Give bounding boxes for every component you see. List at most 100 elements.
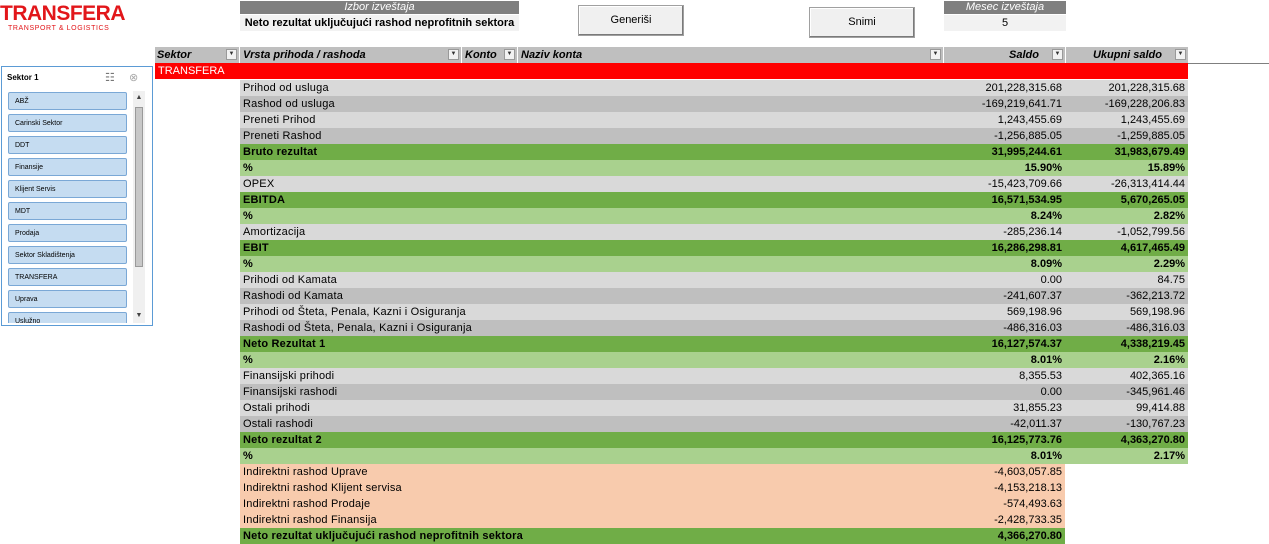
row-label: Ostali rashodi <box>243 418 314 430</box>
table-row: EBITDA 16,571,534.95 5,670,265.05 <box>240 192 1188 208</box>
filter-dropdown-icon[interactable]: ▼ <box>1175 49 1186 60</box>
row-label: Indirektni rashod Uprave <box>243 466 368 478</box>
saldo-cell-group: % 8.09% <box>240 256 1065 272</box>
row-label: Ostali prihodi <box>243 402 310 414</box>
ukupni-saldo-value: 99,414.88 <box>1136 402 1185 414</box>
column-header-naziv: Naziv konta ▼ <box>518 47 944 63</box>
ukupni-saldo-cell: 84.75 <box>1065 272 1188 288</box>
row-label: Finansijski prihodi <box>243 370 335 382</box>
scroll-down-icon[interactable]: ▼ <box>133 309 145 323</box>
saldo-value: 569,198.96 <box>1006 306 1062 318</box>
slicer-item[interactable]: Sektor Skladištenja <box>8 246 127 264</box>
saldo-value: 16,125,773.76 <box>991 434 1062 446</box>
table-row: Rashodi od Šteta, Penala, Kazni i Osigur… <box>240 320 1188 336</box>
saldo-cell-group: EBITDA 16,571,534.95 <box>240 192 1065 208</box>
saldo-cell-group: Amortizacija -285,236.14 <box>240 224 1065 240</box>
saldo-value: 31,995,244.61 <box>991 146 1062 158</box>
generate-button[interactable]: Generiši <box>578 5 684 36</box>
slicer-list: ABŽ Carinski Sektor DDT Finansije Klijent Se… <box>7 91 131 323</box>
saldo-value: -169,219,641.71 <box>981 98 1062 110</box>
saldo-value: -4,603,057.85 <box>994 466 1062 478</box>
table-row: Ostali rashodi -42,011.37 -130,767.23 <box>240 416 1188 432</box>
column-header-sektor: Sektor ▼ <box>155 47 240 63</box>
saldo-cell-group: EBIT 16,286,298.81 <box>240 240 1065 256</box>
saldo-cell-group: % 8.24% <box>240 208 1065 224</box>
filter-dropdown-icon[interactable]: ▼ <box>448 49 459 60</box>
saldo-cell-group: Prihod od usluga 201,228,315.68 <box>240 80 1065 96</box>
saldo-value: 8.09% <box>1030 258 1062 270</box>
table-row: Bruto rezultat 31,995,244.61 31,983,679.49 <box>240 144 1188 160</box>
column-header-label: Saldo <box>1009 49 1039 61</box>
slicer-item[interactable]: Carinski Sektor <box>8 114 127 132</box>
filter-dropdown-icon[interactable]: ▼ <box>930 49 941 60</box>
slicer-item[interactable]: DDT <box>8 136 127 154</box>
saldo-value: -285,236.14 <box>1003 226 1062 238</box>
slicer-item[interactable]: Klijent Servis <box>8 180 127 198</box>
saldo-value: 31,855.23 <box>1013 402 1062 414</box>
slicer-item[interactable]: Finansije <box>8 158 127 176</box>
table-row: Prihodi od Šteta, Penala, Kazni i Osigur… <box>240 304 1188 320</box>
slicer-item[interactable]: ABŽ <box>8 92 127 110</box>
saldo-cell-group: Indirektni rashod Prodaje -574,493.63 <box>240 496 1065 512</box>
logo-text: TRANSFERA <box>0 2 126 25</box>
ukupni-saldo-value: 2.82% <box>1153 210 1185 222</box>
filter-dropdown-icon[interactable]: ▼ <box>504 49 515 60</box>
ukupni-saldo-cell: -130,767.23 <box>1065 416 1188 432</box>
table-row: % 8.09% 2.29% <box>240 256 1188 272</box>
table-row: % 8.01% 2.16% <box>240 352 1188 368</box>
ukupni-saldo-cell: 4,617,465.49 <box>1065 240 1188 256</box>
slicer-item[interactable]: MDT <box>8 202 127 220</box>
clear-filter-icon[interactable]: ⊗ <box>129 71 138 84</box>
row-label: EBIT <box>243 242 269 254</box>
saldo-value: 201,228,315.68 <box>985 82 1062 94</box>
ukupni-saldo-value: 2.29% <box>1153 258 1185 270</box>
ukupni-saldo-value: 4,363,270.80 <box>1120 434 1185 446</box>
multi-select-icon[interactable]: ☷ <box>105 71 115 84</box>
ukupni-saldo-cell: 4,338,219.45 <box>1065 336 1188 352</box>
filter-dropdown-icon[interactable]: ▼ <box>1052 49 1063 60</box>
row-label: Neto Rezultat 1 <box>243 338 326 350</box>
ukupni-saldo-cell: 4,363,270.80 <box>1065 432 1188 448</box>
ukupni-saldo-value: 15.89% <box>1147 162 1185 174</box>
group-header-row: TRANSFERA <box>155 63 1188 79</box>
column-header-ukupni: Ukupni saldo ▼ <box>1066 47 1188 63</box>
table-row: Prihodi od Kamata 0.00 84.75 <box>240 272 1188 288</box>
report-selector-value[interactable]: Neto rezultat uključujući rashod neprofi… <box>240 15 519 31</box>
filter-dropdown-icon[interactable]: ▼ <box>226 49 237 60</box>
table-row: OPEX -15,423,709.66 -26,313,414.44 <box>240 176 1188 192</box>
ukupni-saldo-cell: -1,052,799.56 <box>1065 224 1188 240</box>
saldo-cell-group: Finansijski rashodi 0.00 <box>240 384 1065 400</box>
save-button[interactable]: Snimi <box>809 7 915 38</box>
table-row: Indirektni rashod Prodaje -574,493.63 <box>240 496 1065 512</box>
saldo-cell-group: OPEX -15,423,709.66 <box>240 176 1065 192</box>
column-header-konto: Konto ▼ <box>462 47 518 63</box>
month-value[interactable]: 5 <box>944 15 1066 31</box>
row-label: Preneti Prihod <box>243 114 316 126</box>
saldo-value: -574,493.63 <box>1003 498 1062 510</box>
table-row: % 8.01% 2.17% <box>240 448 1188 464</box>
slicer-item[interactable]: TRANSFERA <box>8 268 127 286</box>
saldo-cell-group: Neto Rezultat 1 16,127,574.37 <box>240 336 1065 352</box>
ukupni-saldo-value: 2.16% <box>1153 354 1185 366</box>
saldo-cell-group: Indirektni rashod Uprave -4,603,057.85 <box>240 464 1065 480</box>
ukupni-saldo-value: 402,365.16 <box>1129 370 1185 382</box>
saldo-cell-group: Rashodi od Kamata -241,607.37 <box>240 288 1065 304</box>
saldo-value: -15,423,709.66 <box>987 178 1062 190</box>
saldo-cell-group: Bruto rezultat 31,995,244.61 <box>240 144 1065 160</box>
slicer-item[interactable]: Prodaja <box>8 224 127 242</box>
saldo-cell-group: Ostali prihodi 31,855.23 <box>240 400 1065 416</box>
saldo-value: -42,011.37 <box>1010 418 1062 430</box>
row-label: Rashodi od Kamata <box>243 290 344 302</box>
ukupni-saldo-cell: -169,228,206.83 <box>1065 96 1188 112</box>
ukupni-saldo-value: 4,617,465.49 <box>1120 242 1185 254</box>
saldo-value: 8,355.53 <box>1019 370 1062 382</box>
table-row: Ostali prihodi 31,855.23 99,414.88 <box>240 400 1188 416</box>
scroll-thumb[interactable] <box>135 107 143 267</box>
table-row: Amortizacija -285,236.14 -1,052,799.56 <box>240 224 1188 240</box>
slicer-item[interactable]: Uslužno <box>8 312 127 323</box>
table-row: Finansijski rashodi 0.00 -345,961.46 <box>240 384 1188 400</box>
saldo-value: -2,428,733.35 <box>994 514 1062 526</box>
slicer-item[interactable]: Uprava <box>8 290 127 308</box>
slicer-scrollbar[interactable]: ▲ ▼ <box>133 91 145 323</box>
scroll-up-icon[interactable]: ▲ <box>133 91 145 105</box>
